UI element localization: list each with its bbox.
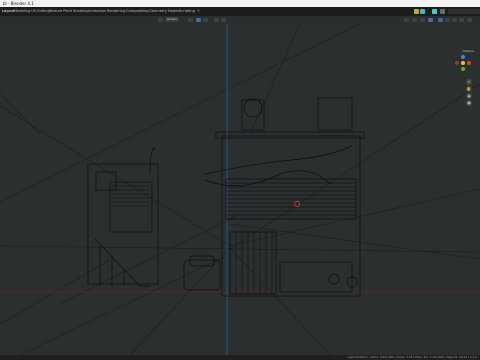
- workspace-tab-shading[interactable]: Shading: [73, 7, 88, 16]
- visibility-icon[interactable]: [404, 18, 409, 22]
- workspace-tab-modeling[interactable]: Modeling: [14, 7, 30, 16]
- workspace-tab-geometry-nodes[interactable]: Geometry Nodes: [149, 7, 179, 16]
- overlay-icon[interactable]: [420, 18, 425, 22]
- perspective-toggle-icon[interactable]: ▦: [466, 100, 472, 106]
- neg-z-axis-gizmo-icon[interactable]: [461, 67, 465, 71]
- viewport-options-button[interactable]: Options: [462, 49, 474, 53]
- pan-hand-icon[interactable]: ✋: [466, 86, 472, 92]
- pivot-point-icon[interactable]: [188, 18, 193, 22]
- snap-icon[interactable]: [196, 18, 201, 22]
- add-workspace-icon[interactable]: +: [197, 7, 200, 16]
- material-shading-icon[interactable]: [452, 18, 457, 22]
- status-bar: Light Detector | Verts: 4,051,000 | Face…: [0, 355, 480, 360]
- falloff-icon[interactable]: [221, 18, 226, 22]
- xray-icon[interactable]: [428, 18, 433, 22]
- shading-options-icon[interactable]: [467, 18, 472, 22]
- workspace-tab-scripting[interactable]: Scripting: [179, 7, 195, 16]
- navigation-gizmo: Options + ✋ ◉ ▦: [448, 49, 474, 109]
- window-title: bl - Blender 4.1: [3, 1, 34, 6]
- scene-selector[interactable]: [448, 9, 464, 14]
- transform-orientation-icon[interactable]: [158, 18, 163, 22]
- y-axis-gizmo-icon[interactable]: [461, 61, 465, 65]
- solid-shading-icon[interactable]: [445, 18, 450, 22]
- 3d-viewport[interactable]: Options + ✋ ◉ ▦: [0, 0, 480, 356]
- brush-icon[interactable]: [420, 9, 425, 14]
- title-bar: bl - Blender 4.1: [0, 0, 480, 7]
- gizmo-icon[interactable]: [412, 18, 417, 22]
- zoom-icon[interactable]: +: [466, 79, 472, 85]
- viewport-header: Global: [0, 16, 480, 24]
- scene-statistics: Light Detector | Verts: 4,051,000 | Face…: [347, 355, 477, 359]
- proportional-edit-icon[interactable]: [214, 18, 219, 22]
- camera-view-icon[interactable]: ◉: [466, 93, 472, 99]
- workspace-tab-texture-paint[interactable]: Texture Paint: [49, 7, 72, 16]
- wireframe-shading-icon[interactable]: [438, 18, 443, 22]
- scene-icon[interactable]: [432, 9, 437, 14]
- workspace-bar: Layout Modeling UV Editing Texture Paint…: [0, 7, 480, 16]
- neg-x-axis-gizmo-icon[interactable]: [455, 61, 459, 65]
- wrench-icon[interactable]: [414, 9, 419, 14]
- wireframe-scene: [0, 0, 480, 356]
- view-layer-icon[interactable]: [440, 9, 445, 14]
- workspace-tab-uv-editing[interactable]: UV Editing: [31, 7, 50, 16]
- workspace-tab-animation[interactable]: Animation: [88, 7, 106, 16]
- rendered-shading-icon[interactable]: [459, 18, 464, 22]
- snap-target-icon[interactable]: [203, 18, 208, 22]
- workspace-tab-rendering[interactable]: Rendering: [107, 7, 125, 16]
- view-layer-selector[interactable]: [464, 9, 480, 14]
- transform-orientation-dropdown[interactable]: Global: [165, 17, 179, 22]
- z-axis-gizmo-icon[interactable]: [461, 55, 465, 59]
- x-axis-gizmo-icon[interactable]: [467, 61, 471, 65]
- workspace-tab-layout[interactable]: Layout: [2, 7, 14, 16]
- workspace-tab-compositing[interactable]: Compositing: [126, 7, 149, 16]
